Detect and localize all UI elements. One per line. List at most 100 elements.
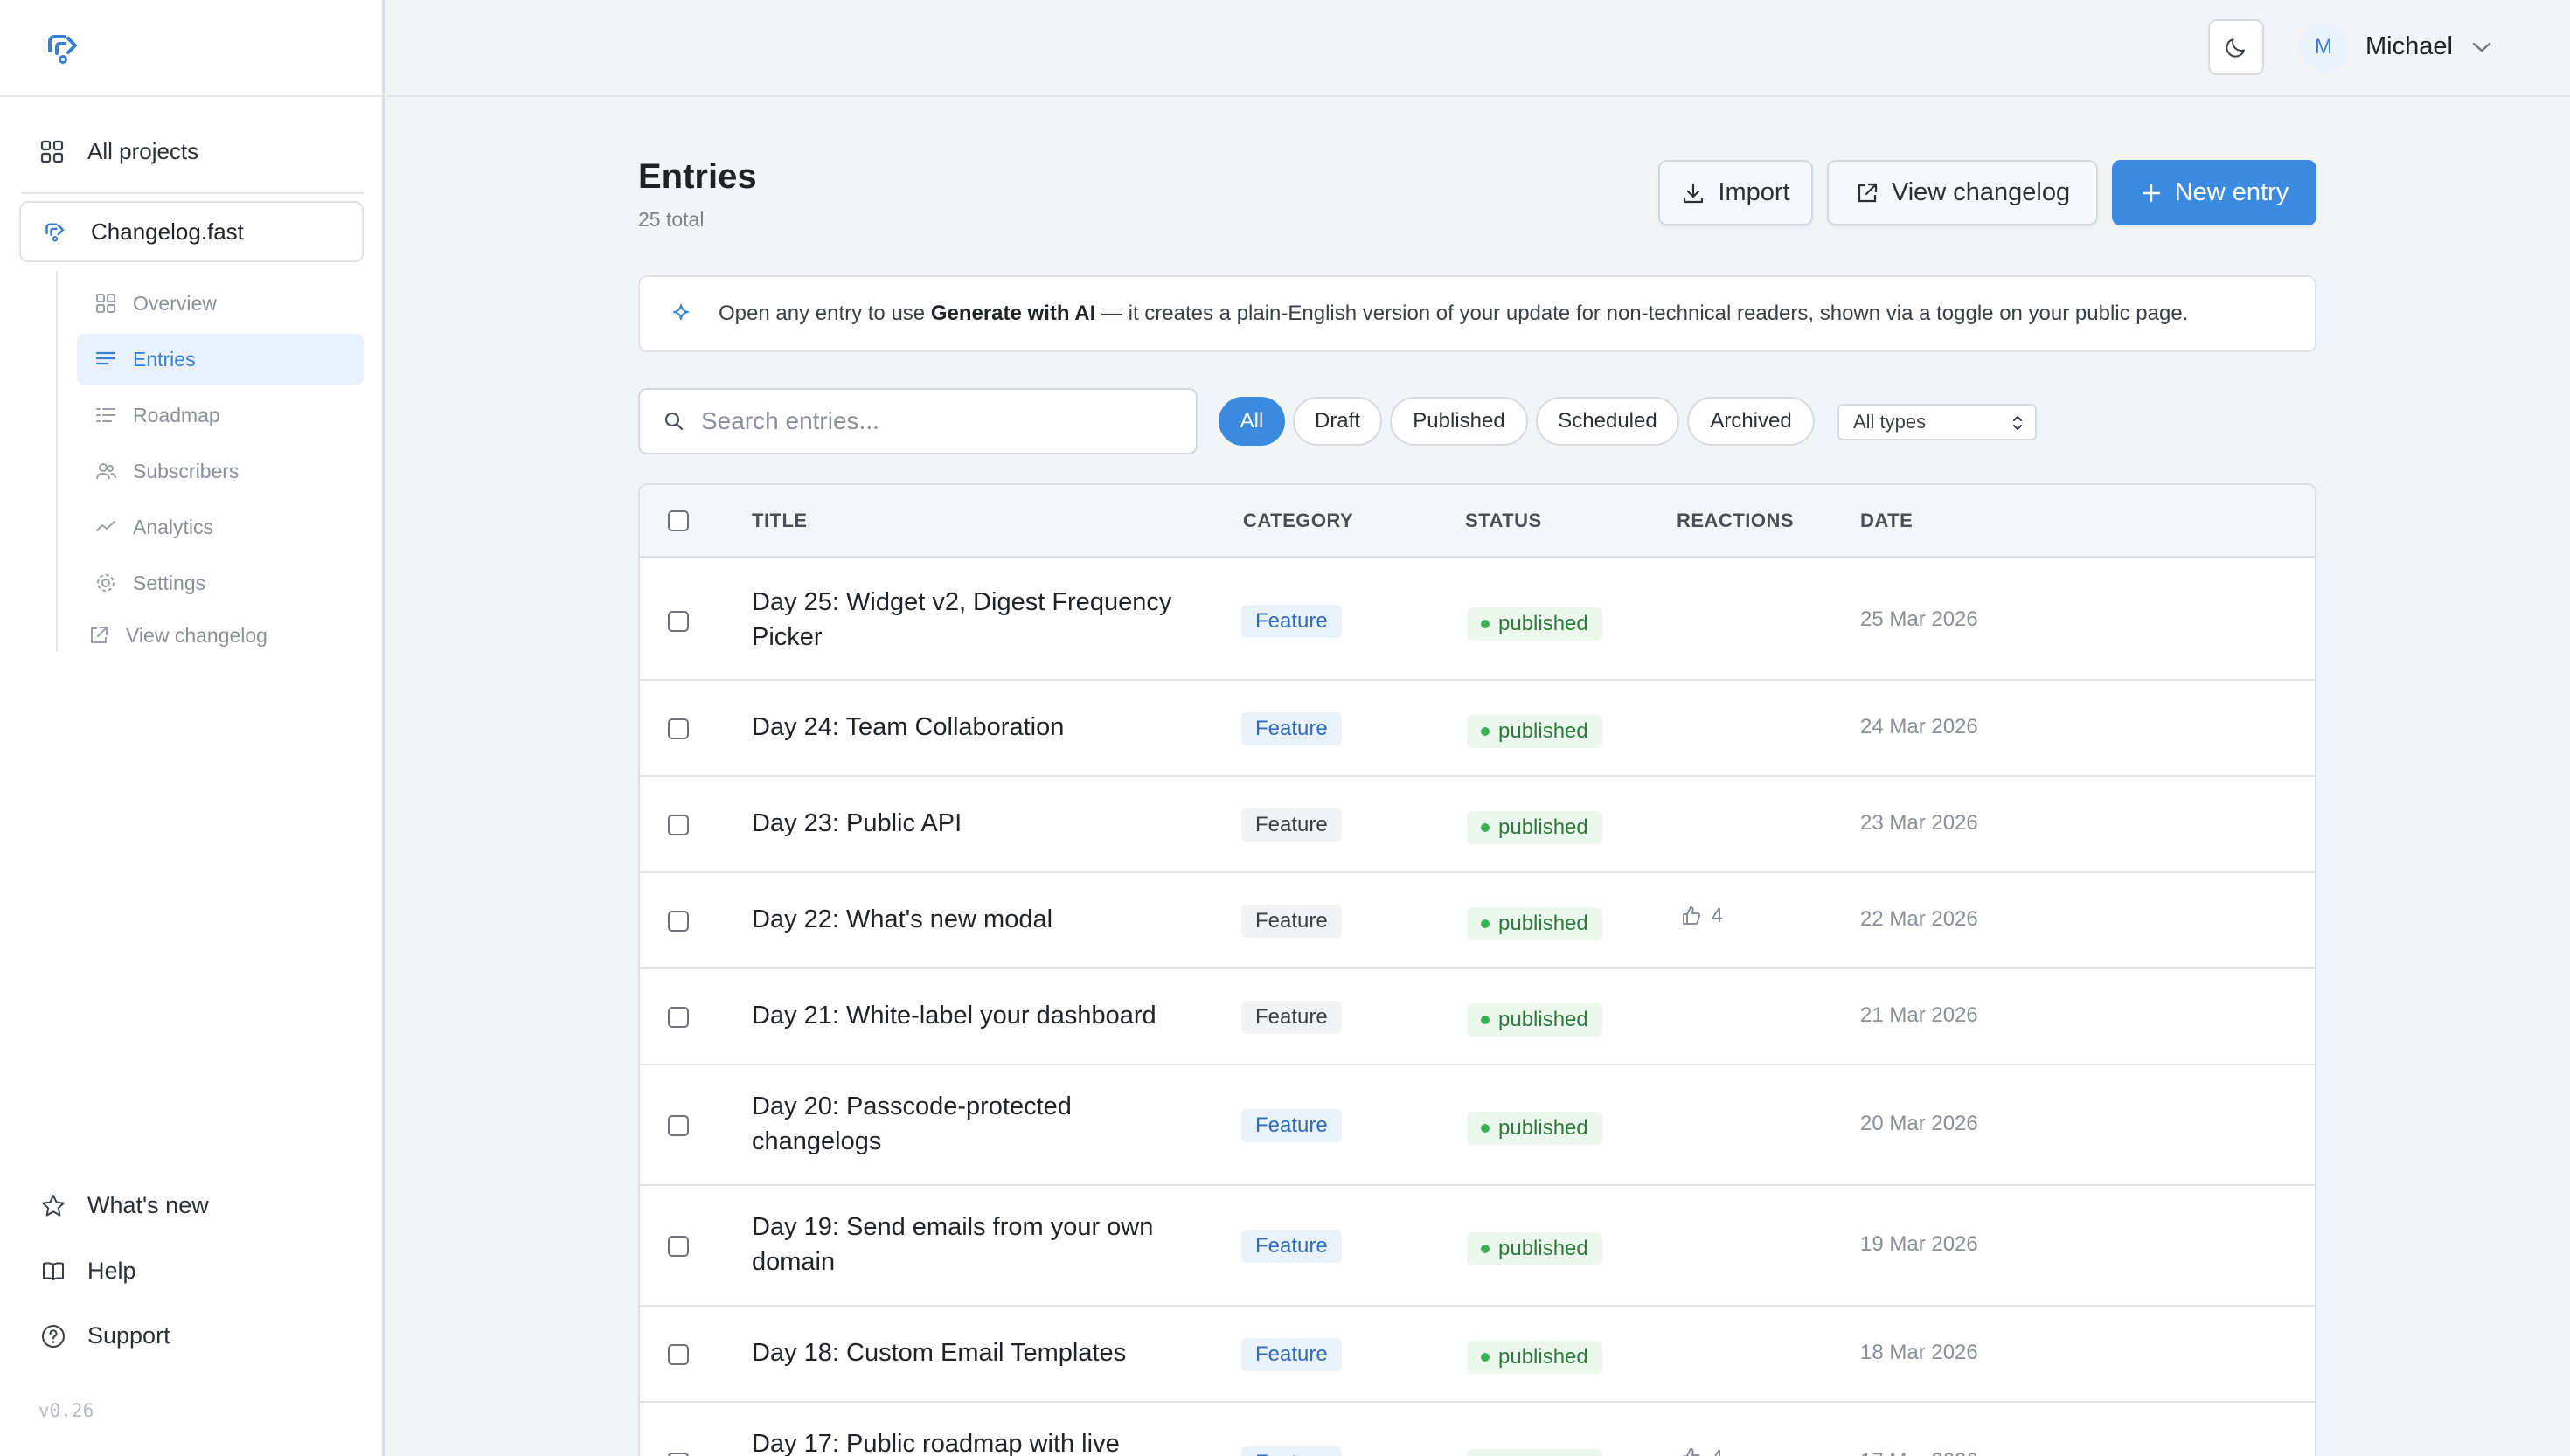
entry-date: 19 Mar 2026 — [1860, 1232, 1978, 1256]
whats-new-link[interactable]: What's new — [40, 1192, 209, 1219]
sidebar-item-subscribers[interactable]: Subscribers — [77, 446, 364, 496]
new-entry-label: New entry — [2174, 178, 2289, 206]
ai-banner-text: Open any entry to use Generate with AI —… — [719, 302, 2188, 326]
entry-date: 23 Mar 2026 — [1860, 811, 1978, 835]
entry-title[interactable]: Day 21: White-label your dashboard — [752, 998, 1189, 1033]
search-field[interactable]: Search entries... — [638, 388, 1198, 454]
status-badge: published — [1467, 1232, 1602, 1265]
filter-tab-scheduled[interactable]: Scheduled — [1536, 397, 1679, 446]
sidebar-item-label: Overview — [133, 291, 217, 315]
sidebar-item-overview[interactable]: Overview — [77, 278, 364, 329]
table-row[interactable]: Day 17: Public roadmap with live Feature p… — [640, 1403, 2315, 1456]
category-badge: Feature — [1241, 1446, 1342, 1456]
row-checkbox[interactable] — [668, 815, 689, 835]
theme-toggle-button[interactable] — [2208, 19, 2264, 75]
filter-tab-draft[interactable]: Draft — [1293, 397, 1382, 446]
table-header: TITLE CATEGORY STATUS REACTIONS DATE — [640, 485, 2315, 558]
sidebar-item-roadmap[interactable]: Roadmap — [77, 390, 364, 440]
entry-title[interactable]: Day 25: Widget v2, Digest Frequency Pick… — [752, 585, 1189, 655]
entry-title[interactable]: Day 22: What's new modal — [752, 902, 1189, 937]
status-badge: published — [1467, 607, 1602, 641]
table-row[interactable]: Day 18: Custom Email Templates Feature pub… — [640, 1307, 2315, 1403]
sidebar-item-settings[interactable]: Settings — [77, 558, 364, 608]
status-badge: published — [1467, 1449, 1602, 1456]
book-icon — [43, 1261, 64, 1280]
table-row[interactable]: Day 24: Team Collaboration Feature publish… — [640, 681, 2315, 777]
import-button[interactable]: Import — [1658, 160, 1813, 225]
help-link[interactable]: Help — [40, 1258, 136, 1285]
search-input[interactable]: Search entries... — [701, 407, 879, 435]
select-all-checkbox[interactable] — [668, 510, 689, 531]
filter-tab-archived[interactable]: Archived — [1687, 397, 1815, 446]
entry-title[interactable]: Day 23: Public API — [752, 806, 1189, 841]
entry-title[interactable]: Day 20: Passcode-protected changelogs — [752, 1089, 1189, 1159]
row-checkbox[interactable] — [668, 718, 689, 739]
app-version: v0.26 — [38, 1400, 94, 1421]
entry-date: 24 Mar 2026 — [1860, 715, 1978, 738]
project-selector[interactable]: Changelog.fast — [19, 201, 364, 262]
column-header-status[interactable]: STATUS — [1465, 510, 1542, 532]
column-header-date[interactable]: DATE — [1860, 510, 1913, 532]
filter-tab-published[interactable]: Published — [1390, 397, 1528, 446]
app-logo[interactable] — [45, 31, 80, 65]
support-link[interactable]: Support — [40, 1322, 170, 1349]
entry-title[interactable]: Day 17: Public roadmap with live — [752, 1426, 1189, 1456]
chart-icon — [96, 521, 115, 531]
row-checkbox[interactable] — [668, 1453, 689, 1456]
new-entry-button[interactable]: New entry — [2112, 160, 2316, 225]
moon-icon — [2226, 38, 2245, 58]
table-row[interactable]: Day 19: Send emails from your own domain… — [640, 1186, 2315, 1307]
entries-table: TITLE CATEGORY STATUS REACTIONS DATE Day… — [638, 483, 2316, 1456]
entry-title[interactable]: Day 24: Team Collaboration — [752, 710, 1189, 745]
table-row[interactable]: Day 25: Widget v2, Digest Frequency Pick… — [640, 561, 2315, 681]
filter-tab-all[interactable]: All — [1219, 397, 1285, 446]
row-checkbox[interactable] — [668, 911, 689, 932]
column-header-reactions[interactable]: REACTIONS — [1677, 510, 1794, 532]
category-badge: Feature — [1241, 604, 1342, 638]
thumbs-up-icon — [1683, 905, 1701, 925]
row-checkbox[interactable] — [668, 1007, 689, 1028]
chevron-down-icon[interactable] — [2470, 38, 2493, 56]
table-row[interactable]: Day 22: What's new modal Feature published… — [640, 873, 2315, 969]
roadmap-icon — [96, 408, 115, 422]
column-header-title[interactable]: TITLE — [752, 510, 808, 532]
project-logo-icon — [45, 223, 65, 242]
sparkle-icon — [673, 304, 689, 320]
entry-title[interactable]: Day 19: Send emails from your own domain — [752, 1210, 1189, 1279]
entry-title[interactable]: Day 18: Custom Email Templates — [752, 1335, 1189, 1370]
column-header-category[interactable]: CATEGORY — [1243, 510, 1353, 532]
download-icon — [1684, 183, 1704, 203]
reactions-count: 4 — [1680, 1446, 1723, 1456]
status-badge: published — [1467, 1003, 1602, 1037]
thumbs-up-icon — [1683, 1447, 1700, 1456]
sidebar-item-label: Roadmap — [133, 403, 220, 426]
user-name[interactable]: Michael — [2365, 32, 2453, 61]
table-row[interactable]: Day 21: White-label your dashboard Featur… — [640, 969, 2315, 1065]
sidebar-divider — [21, 192, 364, 194]
grid-icon — [40, 140, 64, 163]
entry-date: 22 Mar 2026 — [1860, 907, 1978, 931]
sidebar-item-analytics[interactable]: Analytics — [77, 502, 364, 552]
sidebar-item-view-changelog[interactable]: View changelog — [70, 610, 357, 661]
view-changelog-button[interactable]: View changelog — [1827, 160, 2098, 225]
category-badge: Feature — [1241, 712, 1342, 745]
ai-info-banner: Open any entry to use Generate with AI —… — [638, 275, 2316, 352]
type-select[interactable]: All types — [1837, 404, 2037, 440]
row-checkbox[interactable] — [668, 610, 689, 632]
table-row[interactable]: Day 23: Public API Feature published 23 Mar… — [640, 777, 2315, 873]
all-projects-link[interactable]: All projects — [40, 138, 198, 165]
list-icon — [95, 351, 116, 365]
row-checkbox[interactable] — [668, 1236, 689, 1257]
sidebar-item-entries[interactable]: Entries — [77, 334, 364, 385]
avatar[interactable]: M — [2299, 23, 2348, 72]
gear-icon — [97, 574, 115, 592]
entries-total: 25 total — [638, 208, 705, 231]
entry-date: 25 Mar 2026 — [1860, 607, 1978, 631]
category-badge: Feature — [1241, 1109, 1342, 1142]
sidebar-item-label: Analytics — [133, 515, 214, 538]
row-checkbox[interactable] — [668, 1344, 689, 1365]
row-checkbox[interactable] — [668, 1115, 689, 1136]
table-row[interactable]: Day 20: Passcode-protected changelogs Fea… — [640, 1065, 2315, 1186]
category-badge: Feature — [1241, 1338, 1342, 1371]
page-title: Entries — [638, 157, 757, 196]
